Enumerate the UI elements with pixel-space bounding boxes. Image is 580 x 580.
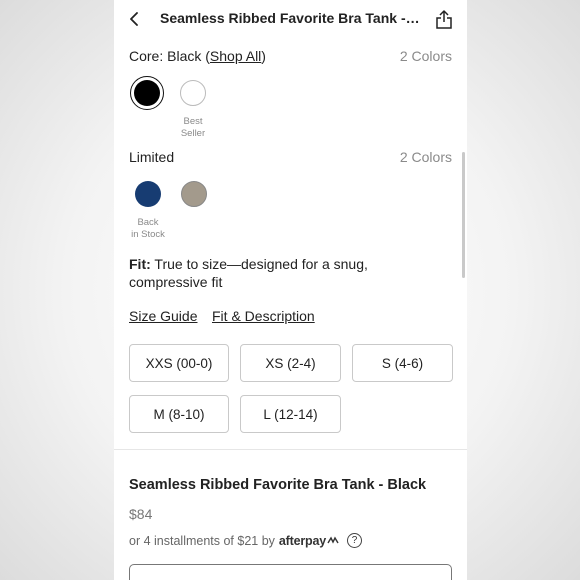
size-button-s[interactable]: S (4-6) <box>352 344 453 382</box>
product-name: Seamless Ribbed Favorite Bra Tank - Blac… <box>129 477 427 493</box>
afterpay-mark-icon <box>327 536 339 544</box>
size-button-xs[interactable]: XS (2-4) <box>240 344 341 382</box>
share-icon <box>436 10 452 29</box>
scrollbar[interactable] <box>462 152 465 278</box>
swatch-navy[interactable] <box>135 181 161 207</box>
back-in-stock-line2: in Stock <box>131 229 165 240</box>
product-page: Seamless Ribbed Favorite Bra Tank - B...… <box>114 0 467 580</box>
best-seller-line1: Best <box>183 116 203 127</box>
best-seller-line2: Seller <box>180 128 206 139</box>
shop-all-link[interactable]: Shop All <box>210 48 261 64</box>
limited-label: Limited <box>129 149 175 165</box>
core-suffix: ) <box>261 48 266 64</box>
fit-text: True to size—designed for a snug, compre… <box>129 256 368 290</box>
fit-description-link[interactable]: Fit & Description <box>212 308 315 324</box>
swatch-white[interactable] <box>180 80 206 106</box>
installments-text: or 4 installments of $21 by <box>129 533 275 548</box>
product-price: $84 <box>129 506 153 522</box>
best-seller-note: Best Seller <box>174 116 212 140</box>
limited-count: 2 Colors <box>399 149 452 165</box>
core-prefix: Core: Black ( <box>129 48 210 64</box>
core-color-count: 2 Colors <box>399 48 452 64</box>
installments-info: or 4 installments of $21 by afterpay ? <box>129 533 362 548</box>
back-in-stock-line1: Back <box>137 217 159 228</box>
page-title: Seamless Ribbed Favorite Bra Tank - B... <box>160 10 422 26</box>
share-button[interactable] <box>432 7 456 31</box>
fit-label: Fit: <box>129 256 151 272</box>
fit-info: Fit: True to size—designed for a snug, c… <box>129 255 429 291</box>
afterpay-logo: afterpay <box>279 534 339 548</box>
top-bar: Seamless Ribbed Favorite Bra Tank - B... <box>114 0 467 38</box>
swatch-taupe[interactable] <box>181 181 207 207</box>
size-button-m[interactable]: M (8-10) <box>129 395 229 433</box>
afterpay-wordmark: afterpay <box>278 533 326 548</box>
swatch-black-fill <box>134 80 160 106</box>
back-in-stock-note: Back in Stock <box>124 217 172 241</box>
size-button-l[interactable]: L (12-14) <box>240 395 341 433</box>
back-button[interactable] <box>124 8 146 30</box>
question-circle-icon[interactable]: ? <box>346 533 362 548</box>
size-guide-link[interactable]: Size Guide <box>129 308 197 324</box>
chevron-left-icon <box>130 12 138 26</box>
section-divider <box>114 449 467 450</box>
swatch-black[interactable] <box>130 76 164 110</box>
size-button-xxs[interactable]: XXS (00-0) <box>129 344 229 382</box>
add-to-bag-button[interactable] <box>129 564 452 580</box>
core-color-label: Core: Black (Shop All) <box>129 48 266 64</box>
